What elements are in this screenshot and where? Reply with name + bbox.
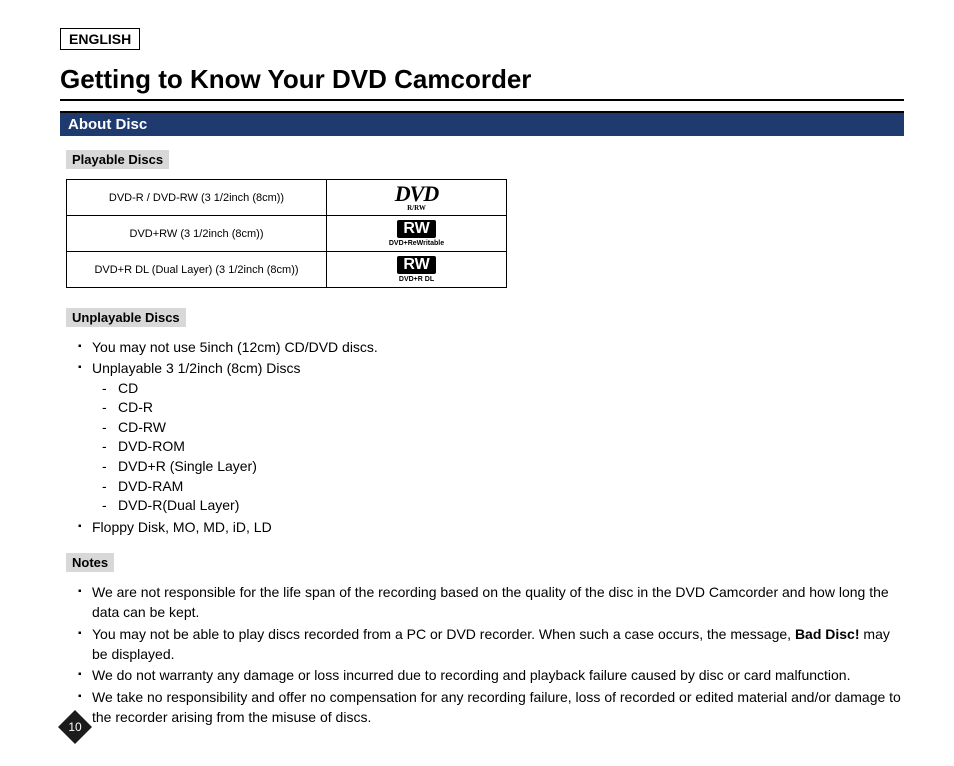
list-item: Floppy Disk, MO, MD, iD, LD xyxy=(78,517,904,537)
rw-logo-label: DVD+R DL xyxy=(333,276,500,283)
list-item: CD-RW xyxy=(102,418,904,438)
unplayable-list: You may not use 5inch (12cm) CD/DVD disc… xyxy=(78,337,904,537)
table-row: DVD+R DL (Dual Layer) (3 1/2inch (8cm)) … xyxy=(67,252,507,288)
unplayable-sublist: CD CD-R CD-RW DVD-ROM DVD+R (Single Laye… xyxy=(102,379,904,516)
list-item: DVD-R(Dual Layer) xyxy=(102,496,904,516)
list-item: CD-R xyxy=(102,398,904,418)
dvd-logo-icon: DVD R/RW xyxy=(333,184,500,211)
disc-desc: DVD+RW (3 1/2inch (8cm)) xyxy=(67,216,327,252)
list-item: You may not be able to play discs record… xyxy=(78,624,904,665)
list-item: DVD-ROM xyxy=(102,437,904,457)
table-row: DVD+RW (3 1/2inch (8cm)) RW DVD+ReWritab… xyxy=(67,216,507,252)
list-item: We are not responsible for the life span… xyxy=(78,582,904,623)
section-bar-about-disc: About Disc xyxy=(60,111,904,136)
list-item: DVD-RAM xyxy=(102,477,904,497)
list-item: CD xyxy=(102,379,904,399)
page-number: 10 xyxy=(68,720,81,734)
unplayable-discs-heading: Unplayable Discs xyxy=(66,308,186,327)
disc-desc: DVD-R / DVD-RW (3 1/2inch (8cm)) xyxy=(67,180,327,216)
bad-disc-bold: Bad Disc! xyxy=(795,626,860,642)
notes-heading: Notes xyxy=(66,553,114,572)
rw-logo-icon: RW xyxy=(397,256,435,274)
disc-logo-cell: DVD R/RW xyxy=(327,180,507,216)
disc-logo-cell: RW DVD+ReWritable xyxy=(327,216,507,252)
page-title: Getting to Know Your DVD Camcorder xyxy=(60,64,904,101)
list-item: DVD+R (Single Layer) xyxy=(102,457,904,477)
playable-discs-table: DVD-R / DVD-RW (3 1/2inch (8cm)) DVD R/R… xyxy=(66,179,507,288)
playable-discs-heading: Playable Discs xyxy=(66,150,169,169)
rw-logo-icon: RW xyxy=(397,220,435,238)
notes-list: We are not responsible for the life span… xyxy=(78,582,904,727)
rw-logo-label: DVD+ReWritable xyxy=(333,240,500,247)
page-number-badge: 10 xyxy=(58,710,92,744)
language-label: ENGLISH xyxy=(60,28,140,50)
table-row: DVD-R / DVD-RW (3 1/2inch (8cm)) DVD R/R… xyxy=(67,180,507,216)
list-item: We take no responsibility and offer no c… xyxy=(78,687,904,728)
list-item: Unplayable 3 1/2inch (8cm) Discs CD CD-R… xyxy=(78,358,904,515)
disc-desc: DVD+R DL (Dual Layer) (3 1/2inch (8cm)) xyxy=(67,252,327,288)
list-item: You may not use 5inch (12cm) CD/DVD disc… xyxy=(78,337,904,357)
disc-logo-cell: RW DVD+R DL xyxy=(327,252,507,288)
list-item: We do not warranty any damage or loss in… xyxy=(78,665,904,685)
